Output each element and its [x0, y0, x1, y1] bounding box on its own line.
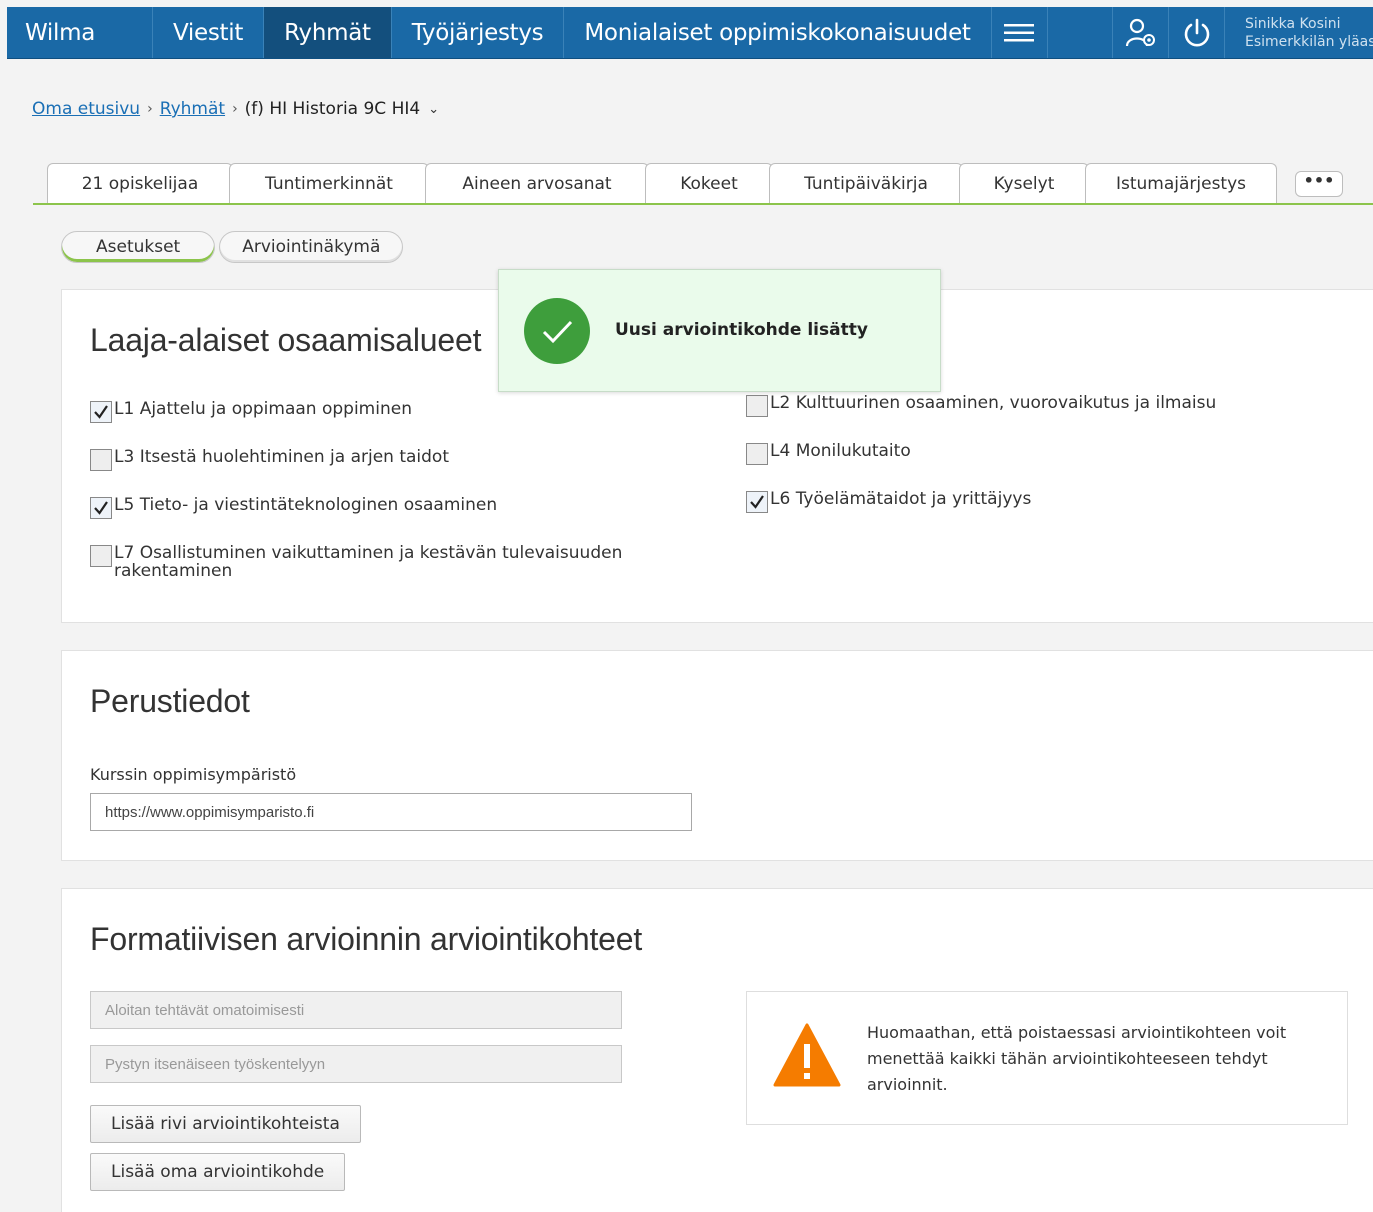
nav-brand-wilma[interactable]: Wilma	[7, 7, 153, 58]
logout-button[interactable]	[1169, 7, 1225, 58]
add-row-button[interactable]: Lisää rivi arviointikohteista	[90, 1105, 361, 1143]
checkbox-l2[interactable]	[746, 395, 768, 417]
tab-lesson-diary[interactable]: Tuntipäiväkirja	[769, 163, 963, 203]
warning-text: Huomaathan, että poistaessasi arviointik…	[867, 1023, 1287, 1094]
top-navigation: Wilma Viestit Ryhmät Työjärjestys Monial…	[7, 7, 1373, 59]
formative-panel: Formatiivisen arvioinnin arviointikohtee…	[61, 888, 1373, 1212]
tab-subject-grades[interactable]: Aineen arvosanat	[425, 163, 649, 203]
tab-surveys[interactable]: Kyselyt	[959, 163, 1089, 203]
warning-box: Huomaathan, että poistaessasi arviointik…	[746, 991, 1348, 1125]
nav-schedule[interactable]: Työjärjestys	[392, 7, 565, 58]
assessment-target-input[interactable]: Pystyn itsenäiseen työskentelyyn	[90, 1045, 622, 1083]
nav-spacer	[1048, 7, 1113, 58]
user-settings-button[interactable]	[1113, 7, 1169, 58]
user-school: Esimerkkilän yläaste	[1245, 33, 1373, 50]
warning-icon	[773, 1023, 841, 1087]
checkmark-icon	[94, 501, 108, 515]
competence-l3[interactable]: L3 Itsestä huolehtiminen ja arjen taidot	[90, 448, 449, 471]
breadcrumb-current: (f) HI Historia 9C HI4	[244, 99, 421, 119]
formative-title: Formatiivisen arvioinnin arviointikohtee…	[90, 921, 643, 957]
checkmark-icon	[94, 405, 108, 419]
add-own-target-button[interactable]: Lisää oma arviointikohde	[90, 1153, 346, 1191]
success-toast: Uusi arviointikohde lisätty	[498, 269, 941, 392]
basic-info-title: Perustiedot	[90, 683, 250, 719]
more-tabs-button[interactable]: •••	[1295, 171, 1343, 197]
learning-env-input[interactable]: https://www.oppimisymparisto.fi	[90, 793, 692, 831]
checkbox-l7[interactable]	[90, 545, 112, 567]
sub-tabs: Asetukset Arviointinäkymä	[61, 231, 404, 263]
checkbox-l4[interactable]	[746, 443, 768, 465]
breadcrumb-groups-link[interactable]: Ryhmät	[160, 99, 225, 119]
subtab-assessment-view[interactable]: Arviointinäkymä	[219, 231, 404, 263]
group-tabs: 21 opiskelijaa Tuntimerkinnät Aineen arv…	[33, 159, 1373, 205]
basic-info-panel: Perustiedot Kurssin oppimisympäristö htt…	[61, 650, 1373, 861]
tab-exams[interactable]: Kokeet	[645, 163, 773, 203]
hamburger-icon	[1004, 23, 1035, 41]
menu-button[interactable]	[992, 7, 1048, 58]
assessment-target-input[interactable]: Aloitan tehtävät omatoimisesti	[90, 991, 622, 1029]
competence-l1[interactable]: L1 Ajattelu ja oppimaan oppiminen	[90, 400, 412, 423]
tab-lesson-markings[interactable]: Tuntimerkinnät	[229, 163, 429, 203]
success-check-icon	[524, 298, 590, 364]
breadcrumb: Oma etusivu › Ryhmät › (f) HI Historia 9…	[32, 99, 439, 119]
chevron-right-icon: ›	[147, 101, 153, 117]
nav-groups[interactable]: Ryhmät	[264, 7, 392, 58]
user-gear-icon	[1125, 18, 1155, 46]
main-content: Oma etusivu › Ryhmät › (f) HI Historia 9…	[7, 59, 1373, 1212]
checkmark-icon	[750, 495, 764, 509]
user-info[interactable]: Sinikka Kosini Esimerkkilän yläaste	[1225, 7, 1373, 58]
checkbox-l3[interactable]	[90, 449, 112, 471]
power-icon	[1184, 18, 1209, 46]
toast-message: Uusi arviointikohde lisätty	[615, 320, 868, 340]
competence-l7[interactable]: L7 Osallistuminen vaikuttaminen ja kestä…	[90, 544, 650, 580]
chevron-down-icon[interactable]: ⌄	[428, 102, 439, 117]
competence-l4[interactable]: L4 Monilukutaito	[746, 442, 911, 465]
learning-env-label: Kurssin oppimisympäristö	[90, 765, 297, 784]
checkbox-l6[interactable]	[746, 491, 768, 513]
competence-l6[interactable]: L6 Työelämätaidot ja yrittäjyys	[746, 490, 1031, 513]
tab-students[interactable]: 21 opiskelijaa	[47, 163, 233, 203]
tab-seating[interactable]: Istumajärjestys	[1085, 163, 1277, 203]
nav-multidisciplinary[interactable]: Monialaiset oppimiskokonaisuudet	[564, 7, 992, 58]
competence-l5[interactable]: L5 Tieto- ja viestintäteknologinen osaam…	[90, 496, 497, 519]
breadcrumb-home-link[interactable]: Oma etusivu	[32, 99, 140, 119]
subtab-settings[interactable]: Asetukset	[61, 231, 216, 263]
user-name: Sinikka Kosini	[1245, 15, 1341, 32]
nav-messages[interactable]: Viestit	[153, 7, 265, 58]
competences-title: Laaja-alaiset osaamisalueet	[90, 322, 482, 358]
chevron-right-icon: ›	[232, 101, 238, 117]
competence-l2[interactable]: L2 Kulttuurinen osaaminen, vuorovaikutus…	[746, 394, 1216, 417]
checkbox-l5[interactable]	[90, 497, 112, 519]
checkbox-l1[interactable]	[90, 401, 112, 423]
